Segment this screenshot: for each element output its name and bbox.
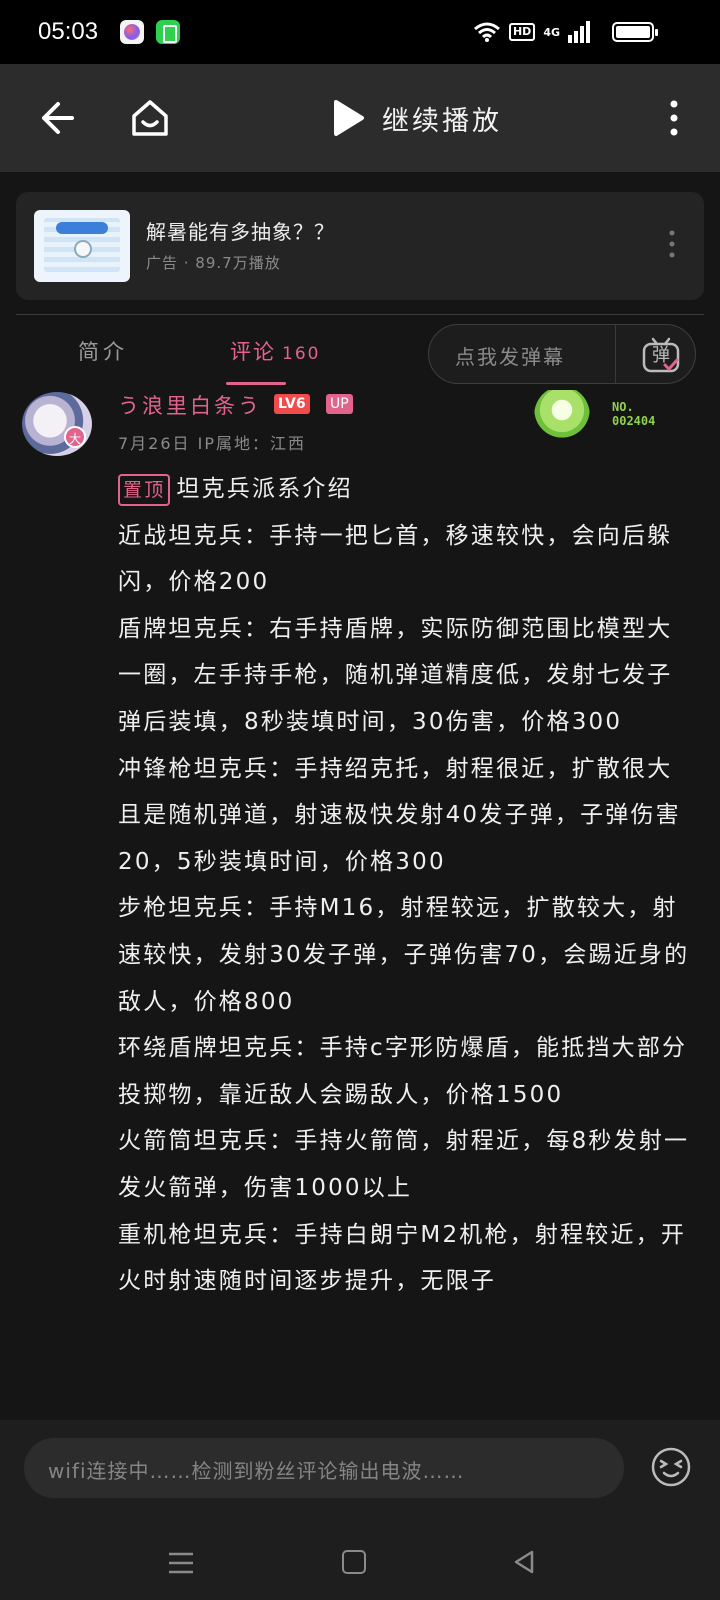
divider bbox=[615, 325, 616, 383]
comment-input[interactable]: wifi连接中……检测到粉丝评论输出电波…… bbox=[24, 1438, 624, 1498]
emoji-icon[interactable] bbox=[650, 1446, 692, 1488]
status-indicators: HD 4G bbox=[473, 18, 590, 46]
ad-card[interactable]: 解暑能有多抽象？？ 广告 · 89.7万播放 bbox=[16, 192, 704, 300]
avatar[interactable] bbox=[22, 392, 92, 456]
up-tag: UP bbox=[326, 394, 353, 414]
play-icon bbox=[334, 100, 364, 136]
nav-home-icon[interactable] bbox=[342, 1550, 366, 1574]
pinned-comment: 大 う浪里白条う LV6 UP 7月26日 IP属地：江西 NO. 002404… bbox=[0, 390, 720, 1420]
tab-comments[interactable]: 评论 160 bbox=[230, 336, 320, 366]
tab-comments-label: 评论 bbox=[230, 340, 276, 364]
danmaku-icon[interactable]: 弹 bbox=[641, 335, 681, 375]
nav-back-icon[interactable] bbox=[512, 1550, 536, 1574]
danmaku-input[interactable]: 点我发弹幕 弹 bbox=[428, 324, 696, 384]
fan-card-image[interactable] bbox=[534, 390, 590, 446]
status-time: 05:03 bbox=[38, 18, 99, 45]
divider bbox=[16, 314, 704, 315]
more-vertical-icon[interactable] bbox=[668, 230, 676, 258]
fan-number: NO. 002404 bbox=[612, 400, 655, 428]
notification-app-icon bbox=[156, 20, 180, 44]
network-type: 4G bbox=[543, 25, 560, 39]
battery-icon bbox=[612, 22, 658, 42]
comment-username[interactable]: う浪里白条う bbox=[118, 390, 262, 420]
pinned-badge: 置顶 bbox=[118, 473, 171, 506]
tab-comments-count: 160 bbox=[282, 344, 321, 364]
comment-input-placeholder: wifi连接中……检测到粉丝评论输出电波…… bbox=[48, 1459, 465, 1483]
danmaku-placeholder: 点我发弹幕 bbox=[455, 345, 565, 369]
comment-text: 坦克兵派系介绍 近战坦克兵：手持一把匕首，移速较快，会向后躲闪，价格200 盾牌… bbox=[118, 476, 690, 1295]
video-top-bar: 继续播放 bbox=[0, 64, 720, 172]
continue-play-button[interactable]: 继续播放 bbox=[332, 96, 502, 140]
ad-thumbnail bbox=[34, 210, 130, 282]
comment-meta: 7月26日 IP属地：江西 bbox=[118, 434, 306, 453]
tab-active-indicator bbox=[226, 382, 286, 385]
danmaku-button-char: 弹 bbox=[652, 345, 670, 366]
fan-number-label: NO. bbox=[612, 400, 634, 414]
ad-meta: 广告 · 89.7万播放 bbox=[146, 254, 281, 272]
continue-play-label: 继续播放 bbox=[382, 105, 502, 137]
back-arrow-icon[interactable] bbox=[36, 98, 76, 138]
wifi-icon bbox=[474, 22, 500, 42]
fan-number-value: 002404 bbox=[612, 414, 656, 428]
signal-icon bbox=[568, 21, 590, 43]
nav-menu-icon[interactable] bbox=[168, 1552, 194, 1574]
avatar-badge: 大 bbox=[64, 426, 86, 448]
status-bar: 05:03 HD 4G bbox=[0, 0, 720, 64]
ad-title: 解暑能有多抽象？？ bbox=[146, 220, 335, 244]
comment-input-bar: wifi连接中……检测到粉丝评论输出电波…… bbox=[0, 1420, 720, 1600]
hd-indicator: HD bbox=[508, 23, 536, 41]
more-vertical-icon[interactable] bbox=[668, 100, 680, 136]
tab-bar: 简介 评论 160 点我发弹幕 弹 bbox=[0, 318, 720, 388]
comment-body[interactable]: 置顶 坦克兵派系介绍 近战坦克兵：手持一把匕首，移速较快，会向后躲闪，价格200 … bbox=[118, 466, 690, 1305]
level-badge: LV6 bbox=[274, 394, 310, 414]
notification-app-icon bbox=[120, 20, 144, 44]
home-icon[interactable] bbox=[128, 96, 172, 140]
tab-intro[interactable]: 简介 bbox=[78, 336, 128, 366]
